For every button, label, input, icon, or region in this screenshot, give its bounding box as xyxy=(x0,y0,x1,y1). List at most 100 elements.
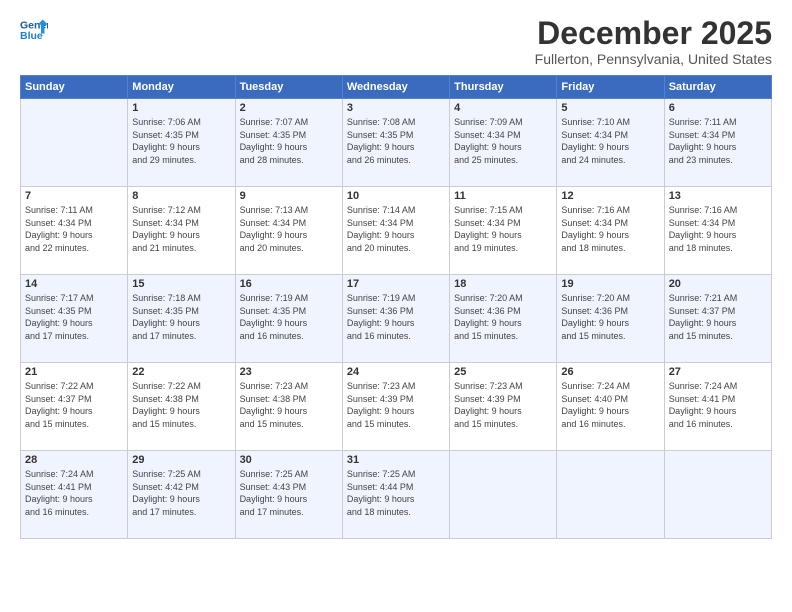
calendar-cell: 17Sunrise: 7:19 AM Sunset: 4:36 PM Dayli… xyxy=(342,275,449,363)
header: General Blue December 2025 Fullerton, Pe… xyxy=(20,16,772,67)
calendar-cell: 1 Sunrise: 7:06 AM Sunset: 4:35 PM Daylig… xyxy=(128,99,235,187)
calendar-week-row: 28Sunrise: 7:24 AM Sunset: 4:41 PM Dayli… xyxy=(21,451,772,539)
day-number: 28 xyxy=(25,454,123,466)
calendar-cell: 8Sunrise: 7:12 AM Sunset: 4:34 PM Daylig… xyxy=(128,187,235,275)
day-info: Sunrise: 7:16 AM Sunset: 4:34 PM Dayligh… xyxy=(561,204,659,254)
day-number: 23 xyxy=(240,366,338,378)
day-info: Sunrise: 7:11 AM Sunset: 4:34 PM Dayligh… xyxy=(669,116,767,166)
calendar-cell: 2 Sunrise: 7:07 AM Sunset: 4:35 PM Daylig… xyxy=(235,99,342,187)
day-number: 18 xyxy=(454,278,552,290)
calendar-cell: 5 Sunrise: 7:10 AM Sunset: 4:34 PM Daylig… xyxy=(557,99,664,187)
page: General Blue December 2025 Fullerton, Pe… xyxy=(0,0,792,612)
calendar-week-row: 7Sunrise: 7:11 AM Sunset: 4:34 PM Daylig… xyxy=(21,187,772,275)
calendar-table: SundayMondayTuesdayWednesdayThursdayFrid… xyxy=(20,75,772,539)
day-info: Sunrise: 7:15 AM Sunset: 4:34 PM Dayligh… xyxy=(454,204,552,254)
day-info: Sunrise: 7:07 AM Sunset: 4:35 PM Dayligh… xyxy=(240,116,338,166)
day-info: Sunrise: 7:13 AM Sunset: 4:34 PM Dayligh… xyxy=(240,204,338,254)
calendar-cell: 14 Sunrise: 7:17 AM Sunset: 4:35 PM Dayli… xyxy=(21,275,128,363)
day-info: Sunrise: 7:14 AM Sunset: 4:34 PM Dayligh… xyxy=(347,204,445,254)
day-number: 1 xyxy=(132,102,230,114)
calendar-cell: 9 Sunrise: 7:13 AM Sunset: 4:34 PM Daylig… xyxy=(235,187,342,275)
day-info: Sunrise: 7:24 AM Sunset: 4:40 PM Dayligh… xyxy=(561,380,659,430)
day-number: 29 xyxy=(132,454,230,466)
calendar-cell: 19Sunrise: 7:20 AM Sunset: 4:36 PM Dayli… xyxy=(557,275,664,363)
day-info: Sunrise: 7:23 AM Sunset: 4:39 PM Dayligh… xyxy=(454,380,552,430)
calendar-cell: 6Sunrise: 7:11 AM Sunset: 4:34 PM Daylig… xyxy=(664,99,771,187)
day-info: Sunrise: 7:25 AM Sunset: 4:44 PM Dayligh… xyxy=(347,468,445,518)
day-info: Sunrise: 7:22 AM Sunset: 4:37 PM Dayligh… xyxy=(25,380,123,430)
calendar-week-row: 1 Sunrise: 7:06 AM Sunset: 4:35 PM Daylig… xyxy=(21,99,772,187)
calendar-header-cell: Monday xyxy=(128,76,235,99)
day-number: 5 xyxy=(561,102,659,114)
calendar-cell: 7Sunrise: 7:11 AM Sunset: 4:34 PM Daylig… xyxy=(21,187,128,275)
calendar-cell: 3 Sunrise: 7:08 AM Sunset: 4:35 PM Daylig… xyxy=(342,99,449,187)
day-info: Sunrise: 7:22 AM Sunset: 4:38 PM Dayligh… xyxy=(132,380,230,430)
calendar-body: 1 Sunrise: 7:06 AM Sunset: 4:35 PM Daylig… xyxy=(21,99,772,539)
day-info: Sunrise: 7:23 AM Sunset: 4:39 PM Dayligh… xyxy=(347,380,445,430)
day-number: 2 xyxy=(240,102,338,114)
calendar-cell: 11 Sunrise: 7:15 AM Sunset: 4:34 PM Dayli… xyxy=(450,187,557,275)
calendar-header-cell: Thursday xyxy=(450,76,557,99)
day-number: 3 xyxy=(347,102,445,114)
calendar-cell: 23 Sunrise: 7:23 AM Sunset: 4:38 PM Dayli… xyxy=(235,363,342,451)
calendar-cell: 21Sunrise: 7:22 AM Sunset: 4:37 PM Dayli… xyxy=(21,363,128,451)
day-number: 16 xyxy=(240,278,338,290)
day-info: Sunrise: 7:08 AM Sunset: 4:35 PM Dayligh… xyxy=(347,116,445,166)
calendar-cell: 16Sunrise: 7:19 AM Sunset: 4:35 PM Dayli… xyxy=(235,275,342,363)
day-info: Sunrise: 7:09 AM Sunset: 4:34 PM Dayligh… xyxy=(454,116,552,166)
month-title: December 2025 xyxy=(535,16,772,51)
calendar-cell xyxy=(450,451,557,539)
day-number: 20 xyxy=(669,278,767,290)
day-info: Sunrise: 7:11 AM Sunset: 4:34 PM Dayligh… xyxy=(25,204,123,254)
day-number: 30 xyxy=(240,454,338,466)
calendar-cell: 13 Sunrise: 7:16 AM Sunset: 4:34 PM Dayli… xyxy=(664,187,771,275)
day-info: Sunrise: 7:16 AM Sunset: 4:34 PM Dayligh… xyxy=(669,204,767,254)
day-info: Sunrise: 7:20 AM Sunset: 4:36 PM Dayligh… xyxy=(454,292,552,342)
title-section: December 2025 Fullerton, Pennsylvania, U… xyxy=(535,16,772,67)
day-number: 13 xyxy=(669,190,767,202)
day-info: Sunrise: 7:23 AM Sunset: 4:38 PM Dayligh… xyxy=(240,380,338,430)
day-number: 12 xyxy=(561,190,659,202)
day-number: 24 xyxy=(347,366,445,378)
calendar-cell: 26 Sunrise: 7:24 AM Sunset: 4:40 PM Dayli… xyxy=(557,363,664,451)
day-info: Sunrise: 7:17 AM Sunset: 4:35 PM Dayligh… xyxy=(25,292,123,342)
calendar-cell: 22 Sunrise: 7:22 AM Sunset: 4:38 PM Dayli… xyxy=(128,363,235,451)
calendar-week-row: 21Sunrise: 7:22 AM Sunset: 4:37 PM Dayli… xyxy=(21,363,772,451)
day-number: 11 xyxy=(454,190,552,202)
day-number: 14 xyxy=(25,278,123,290)
day-number: 31 xyxy=(347,454,445,466)
calendar-cell: 27Sunrise: 7:24 AM Sunset: 4:41 PM Dayli… xyxy=(664,363,771,451)
day-number: 19 xyxy=(561,278,659,290)
calendar-cell: 25 Sunrise: 7:23 AM Sunset: 4:39 PM Dayli… xyxy=(450,363,557,451)
calendar-cell: 20Sunrise: 7:21 AM Sunset: 4:37 PM Dayli… xyxy=(664,275,771,363)
calendar-week-row: 14 Sunrise: 7:17 AM Sunset: 4:35 PM Dayli… xyxy=(21,275,772,363)
svg-text:Blue: Blue xyxy=(20,30,43,42)
day-info: Sunrise: 7:19 AM Sunset: 4:36 PM Dayligh… xyxy=(347,292,445,342)
calendar-cell: 28Sunrise: 7:24 AM Sunset: 4:41 PM Dayli… xyxy=(21,451,128,539)
day-number: 25 xyxy=(454,366,552,378)
day-number: 22 xyxy=(132,366,230,378)
day-info: Sunrise: 7:10 AM Sunset: 4:34 PM Dayligh… xyxy=(561,116,659,166)
logo-icon: General Blue xyxy=(20,16,48,44)
day-number: 15 xyxy=(132,278,230,290)
day-info: Sunrise: 7:25 AM Sunset: 4:43 PM Dayligh… xyxy=(240,468,338,518)
day-number: 9 xyxy=(240,190,338,202)
calendar-cell xyxy=(557,451,664,539)
calendar-cell: 4Sunrise: 7:09 AM Sunset: 4:34 PM Daylig… xyxy=(450,99,557,187)
calendar-header-row: SundayMondayTuesdayWednesdayThursdayFrid… xyxy=(21,76,772,99)
day-number: 27 xyxy=(669,366,767,378)
calendar-cell: 15Sunrise: 7:18 AM Sunset: 4:35 PM Dayli… xyxy=(128,275,235,363)
calendar-cell: 12 Sunrise: 7:16 AM Sunset: 4:34 PM Dayli… xyxy=(557,187,664,275)
day-number: 8 xyxy=(132,190,230,202)
calendar-header-cell: Saturday xyxy=(664,76,771,99)
calendar-cell: 29Sunrise: 7:25 AM Sunset: 4:42 PM Dayli… xyxy=(128,451,235,539)
calendar-cell xyxy=(664,451,771,539)
calendar-cell: 24 Sunrise: 7:23 AM Sunset: 4:39 PM Dayli… xyxy=(342,363,449,451)
calendar-header-cell: Sunday xyxy=(21,76,128,99)
day-info: Sunrise: 7:06 AM Sunset: 4:35 PM Dayligh… xyxy=(132,116,230,166)
calendar-cell xyxy=(21,99,128,187)
day-number: 26 xyxy=(561,366,659,378)
day-number: 10 xyxy=(347,190,445,202)
calendar-cell: 10 Sunrise: 7:14 AM Sunset: 4:34 PM Dayli… xyxy=(342,187,449,275)
calendar-header-cell: Wednesday xyxy=(342,76,449,99)
